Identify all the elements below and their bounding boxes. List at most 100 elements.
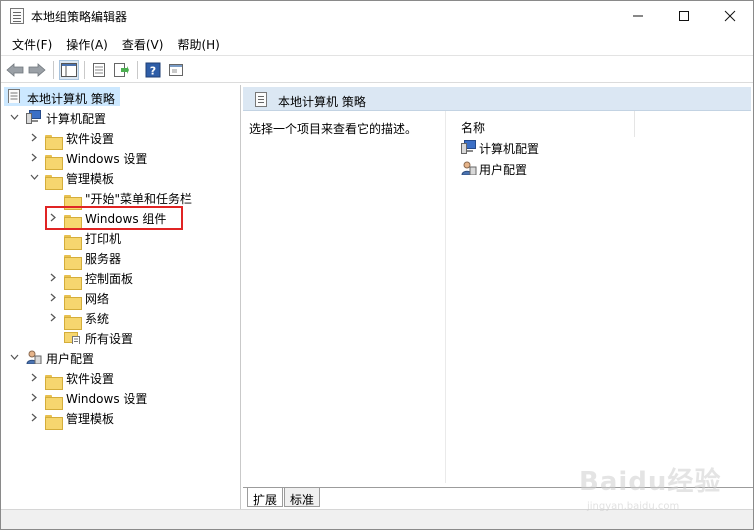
tree-item-user-windows-settings[interactable]: Windows 设置 xyxy=(1,387,161,410)
column-header-name[interactable]: 名称 xyxy=(447,111,635,137)
collapsed-chevron-icon[interactable] xyxy=(29,387,39,407)
folder-icon xyxy=(45,414,63,430)
menu-view[interactable]: 查看(V) xyxy=(115,32,171,54)
expanded-chevron-icon[interactable] xyxy=(9,107,19,127)
tree-item-control-panel[interactable]: 控制面板 xyxy=(1,267,161,290)
folder-icon xyxy=(45,374,63,390)
description-text: 选择一个项目来查看它的描述。 xyxy=(249,122,418,136)
collapsed-chevron-icon[interactable] xyxy=(29,127,39,147)
tree-item-all-settings[interactable]: 所有设置 xyxy=(1,327,161,347)
collapsed-chevron-icon[interactable] xyxy=(48,307,58,327)
tree-item-start-menu[interactable]: "开始"菜单和任务栏 xyxy=(1,187,201,210)
folder-icon xyxy=(64,234,82,250)
menu-help[interactable]: 帮助(H) xyxy=(170,32,226,54)
expanded-chevron-icon[interactable] xyxy=(29,167,39,187)
window-title: 本地组策略编辑器 xyxy=(31,10,128,24)
tree-item-windows-settings[interactable]: Windows 设置 xyxy=(1,147,161,170)
folder-icon xyxy=(64,274,82,290)
help-icon: ? xyxy=(145,62,161,78)
tree-label: 用户配置 xyxy=(46,352,95,366)
tree-label: 计算机配置 xyxy=(46,112,107,126)
forward-arrow-icon xyxy=(28,63,46,77)
view-button[interactable] xyxy=(166,60,186,80)
tree-item-admin-templates[interactable]: 管理模板 xyxy=(1,167,161,190)
show-hide-tree-button[interactable] xyxy=(59,60,79,80)
title-bar: 本地组策略编辑器 xyxy=(1,1,753,31)
tree-label: Windows 设置 xyxy=(66,152,148,166)
folder-icon xyxy=(45,134,63,150)
list-item-label: 计算机配置 xyxy=(479,142,540,156)
tree-label: Windows 设置 xyxy=(66,392,148,406)
show-hide-tree-icon xyxy=(61,63,77,77)
tree-item-root[interactable]: 本地计算机 策略 xyxy=(1,87,121,107)
computer-icon xyxy=(461,140,476,154)
maximize-icon xyxy=(679,11,689,21)
export-list-icon xyxy=(114,63,129,77)
all-settings-folder-icon xyxy=(64,332,80,344)
folder-icon xyxy=(64,294,82,310)
item-list: 名称 计算机配置 用户配置 xyxy=(447,111,751,483)
tree-label: 管理模板 xyxy=(66,172,115,186)
tab-extended[interactable]: 扩展 xyxy=(247,488,283,507)
menu-file[interactable]: 文件(F) xyxy=(5,32,59,54)
minimize-icon xyxy=(633,15,643,17)
toolbar-separator xyxy=(137,61,138,79)
details-title: 本地计算机 策略 xyxy=(278,95,366,109)
tree-item-user-software-settings[interactable]: 软件设置 xyxy=(1,367,161,390)
tree-item-printers[interactable]: 打印机 xyxy=(1,227,161,250)
forward-button[interactable] xyxy=(27,60,47,80)
policy-app-icon xyxy=(10,8,24,24)
folder-icon xyxy=(45,174,63,190)
user-icon xyxy=(461,161,477,175)
close-icon xyxy=(724,10,736,22)
details-header: 本地计算机 策略 xyxy=(243,87,751,111)
toolbar-separator xyxy=(53,61,54,79)
svg-text:?: ? xyxy=(150,65,156,78)
tree-label: 控制面板 xyxy=(85,272,134,286)
tree-pane: 本地计算机 策略 计算机配置 软件设置 Windows 设置 管理模板 "开始"… xyxy=(1,85,241,529)
list-item-computer-config[interactable]: 计算机配置 xyxy=(459,137,579,157)
tree-item-user-config[interactable]: 用户配置 xyxy=(1,347,161,367)
properties-button[interactable] xyxy=(89,60,109,80)
tree-item-server[interactable]: 服务器 xyxy=(1,247,161,270)
folder-icon xyxy=(64,314,82,330)
collapsed-chevron-icon[interactable] xyxy=(48,287,58,307)
tab-standard[interactable]: 标准 xyxy=(284,488,320,507)
watermark-main: Baidu经验 xyxy=(579,467,722,497)
collapsed-chevron-icon[interactable] xyxy=(48,267,58,287)
back-button[interactable] xyxy=(5,60,25,80)
view-icon xyxy=(169,64,183,76)
tree-label: 管理模板 xyxy=(66,412,115,426)
policy-document-icon xyxy=(255,92,267,107)
folder-icon xyxy=(45,394,63,410)
export-list-button[interactable] xyxy=(111,60,131,80)
user-icon xyxy=(26,350,42,364)
collapsed-chevron-icon[interactable] xyxy=(29,147,39,167)
toolbar-separator xyxy=(84,61,85,79)
tree-item-computer-config[interactable]: 计算机配置 xyxy=(1,107,161,127)
close-button[interactable] xyxy=(707,1,753,31)
computer-icon xyxy=(26,110,41,124)
list-item-label: 用户配置 xyxy=(479,163,528,177)
menu-action[interactable]: 操作(A) xyxy=(59,32,115,54)
tree-label: "开始"菜单和任务栏 xyxy=(85,192,193,206)
folder-icon xyxy=(45,154,63,170)
back-arrow-icon xyxy=(6,63,24,77)
toolbar: ? xyxy=(1,55,753,83)
tree-item-software-settings[interactable]: 软件设置 xyxy=(1,127,161,150)
properties-icon xyxy=(93,63,105,77)
expanded-chevron-icon[interactable] xyxy=(9,347,19,367)
help-button[interactable]: ? xyxy=(143,60,163,80)
collapsed-chevron-icon[interactable] xyxy=(29,367,39,387)
list-item-user-config[interactable]: 用户配置 xyxy=(459,158,579,178)
tree-item-system[interactable]: 系统 xyxy=(1,307,161,330)
tree-item-network[interactable]: 网络 xyxy=(1,287,161,310)
column-header-label: 名称 xyxy=(461,121,486,135)
tree-item-user-admin-templates[interactable]: 管理模板 xyxy=(1,407,161,430)
maximize-button[interactable] xyxy=(661,1,707,31)
annotation-highlight-box xyxy=(45,206,183,230)
minimize-button[interactable] xyxy=(615,1,661,31)
collapsed-chevron-icon[interactable] xyxy=(29,407,39,427)
tree-label: 系统 xyxy=(85,312,110,326)
tree-label: 服务器 xyxy=(85,252,122,266)
